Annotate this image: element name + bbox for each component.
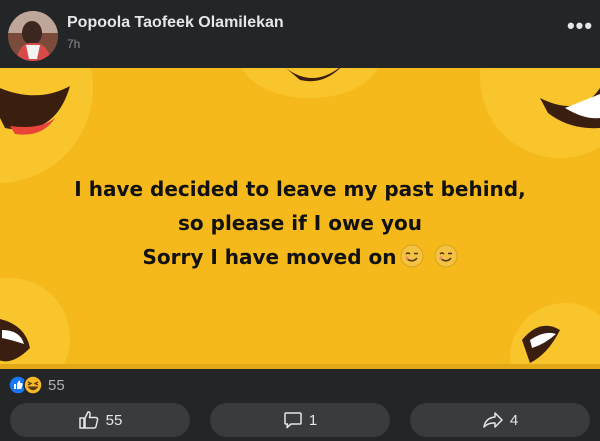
thumbs-up-icon (78, 411, 98, 429)
share-arrow-icon (483, 412, 503, 428)
share-count: 4 (509, 411, 519, 429)
reaction-icons (8, 375, 44, 395)
smirk-wink-emoji-icon (400, 244, 424, 278)
haha-reaction-icon (23, 375, 43, 395)
reaction-count: 55 (48, 377, 65, 394)
comment-bubble-icon (284, 412, 302, 429)
post-actions: 55 1 4 (0, 401, 600, 441)
post-text-line-3: Sorry I have moved on (142, 245, 397, 269)
author-avatar[interactable] (8, 11, 58, 61)
post-image[interactable]: I have decided to leave my past behind, … (0, 68, 600, 369)
author-name[interactable]: Popoola Taofeek Olamilekan (67, 14, 284, 32)
share-button[interactable]: 4 (410, 403, 590, 437)
post-text-line-3-wrapper: Sorry I have moved on (0, 240, 600, 278)
post-timestamp[interactable]: 7h (67, 37, 80, 51)
post-text: I have decided to leave my past behind, … (0, 172, 600, 278)
post-header: Popoola Taofeek Olamilekan 7h ••• (0, 0, 600, 68)
more-options-button[interactable]: ••• (566, 13, 594, 38)
like-button[interactable]: 55 (10, 403, 190, 437)
post-text-line-2: so please if I owe you (178, 211, 422, 235)
reactions-summary[interactable]: 55 (0, 369, 600, 401)
smirk-wink-emoji-icon (434, 244, 458, 278)
ellipsis-icon: ••• (566, 13, 594, 38)
comment-count: 1 (308, 411, 318, 429)
post-text-line-1: I have decided to leave my past behind, (74, 177, 526, 201)
like-count: 55 (105, 411, 123, 429)
comment-button[interactable]: 1 (210, 403, 390, 437)
avatar-image (8, 11, 58, 61)
